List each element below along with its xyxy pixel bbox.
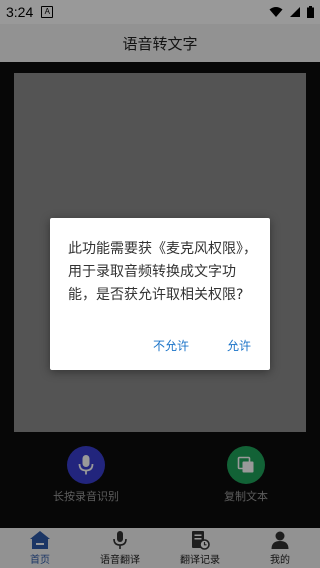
allow-button[interactable]: 允许 (227, 337, 251, 354)
permission-dialog: 此功能需要获《麦克风权限》，用于录取音频转换成文字功能，是否获允许取相关权限? … (50, 218, 270, 370)
dialog-message: 此功能需要获《麦克风权限》，用于录取音频转换成文字功能，是否获允许取相关权限? (68, 241, 257, 303)
deny-button[interactable]: 不允许 (153, 337, 189, 354)
